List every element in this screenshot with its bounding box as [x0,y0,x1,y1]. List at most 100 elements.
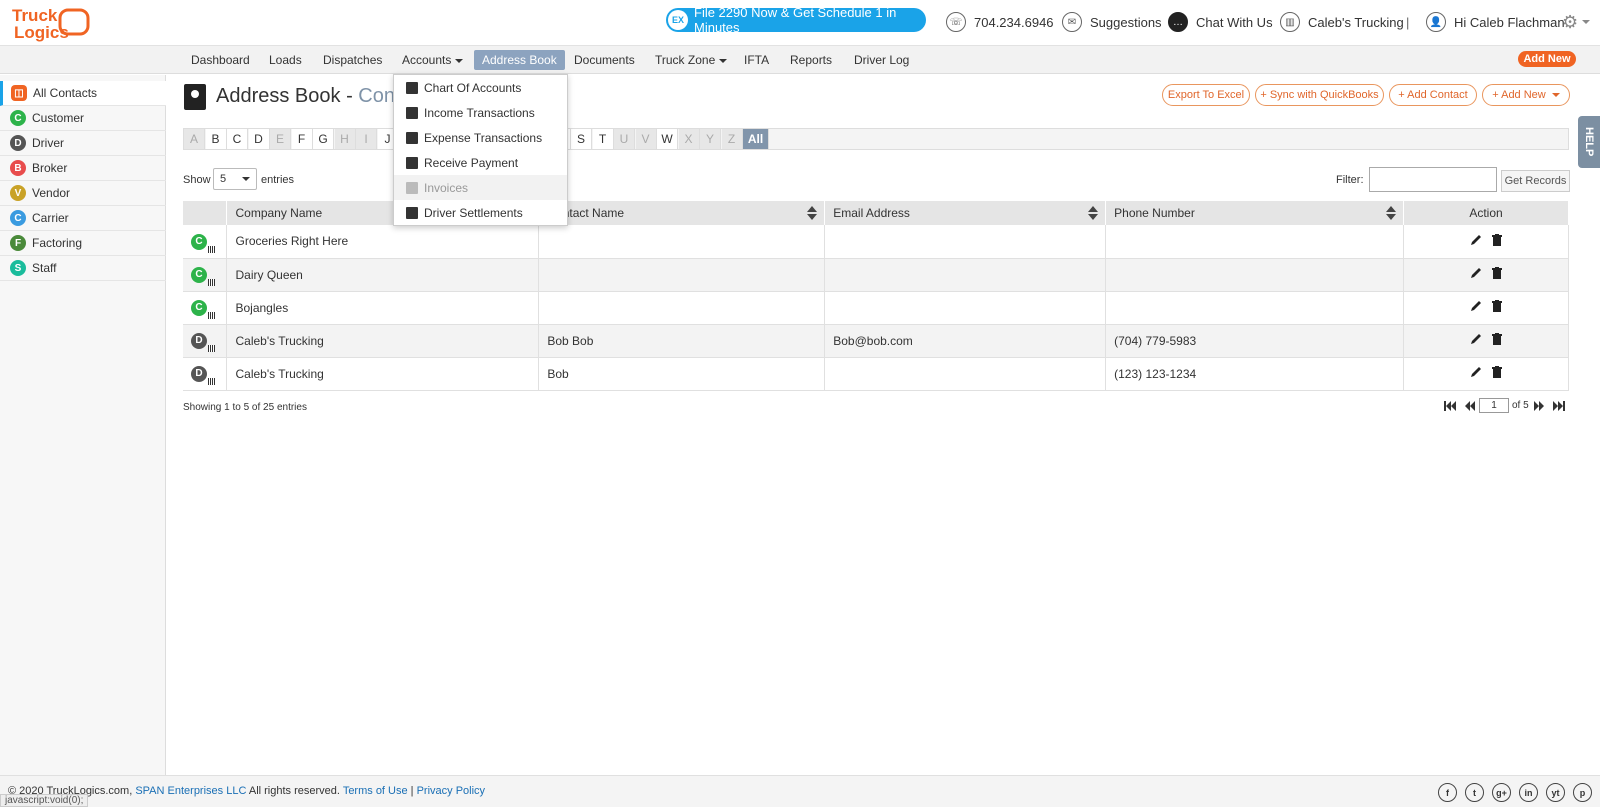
alphabet-letter-b[interactable]: B [205,129,227,149]
add-new-dropdown-button[interactable]: + Add New [1482,84,1570,106]
nav-loads[interactable]: Loads [261,50,310,70]
company-switcher[interactable]: ▥ Caleb's Trucking [1280,12,1404,32]
nav-documents[interactable]: Documents [566,50,643,70]
span-enterprises-link[interactable]: SPAN Enterprises LLC [135,785,246,797]
alphabet-letter-all[interactable]: All [743,129,769,149]
help-tab[interactable]: HELP [1578,116,1600,168]
alphabet-letter-t[interactable]: T [592,129,614,149]
sort-icon[interactable] [806,205,818,221]
nav-ifta[interactable]: IFTA [736,50,777,70]
contact-type-icon: D [191,332,215,352]
menu-item-receive-payment[interactable]: Receive Payment [394,150,567,175]
nav-truck-zone[interactable]: Truck Zone [647,50,735,70]
sidebar-item-customer[interactable]: C Customer [0,106,166,131]
menu-item-chart-of-accounts[interactable]: Chart Of Accounts [394,75,567,100]
menu-item-invoices[interactable]: Invoices [394,175,567,200]
edit-pencil-icon[interactable] [1470,333,1482,345]
google-plus-icon[interactable]: g+ [1492,783,1511,802]
sidebar-item-factoring[interactable]: F Factoring [0,231,166,256]
delete-trash-icon[interactable] [1492,267,1502,279]
export-excel-button[interactable]: Export To Excel [1162,84,1250,106]
alphabet-letter-u[interactable]: U [614,129,635,149]
edit-pencil-icon[interactable] [1470,234,1482,246]
alphabet-letter-d[interactable]: D [248,129,270,149]
delete-trash-icon[interactable] [1492,366,1502,378]
truck-logics-logo[interactable]: Truck Logics [10,4,92,42]
linkedin-icon[interactable]: in [1519,783,1538,802]
menu-item-expense-transactions[interactable]: Expense Transactions [394,125,567,150]
nav-reports[interactable]: Reports [782,50,840,70]
sidebar-item-broker[interactable]: B Broker [0,156,166,181]
last-page-icon[interactable] [1552,400,1565,411]
menu-item-income-transactions[interactable]: Income Transactions [394,100,567,125]
promo-banner-button[interactable]: EX File 2290 Now & Get Schedule 1 in Min… [666,5,926,35]
suggestions-link[interactable]: ✉ Suggestions [1062,12,1162,32]
sync-quickbooks-button[interactable]: + Sync with QuickBooks [1255,84,1384,106]
alphabet-letter-i[interactable]: I [356,129,377,149]
add-contact-button[interactable]: + Add Contact [1389,84,1477,106]
table-row[interactable]: D Caleb's Trucking Bob (123) 123-1234 [183,357,1569,391]
sort-icon[interactable] [1385,205,1397,221]
alphabet-letter-f[interactable]: F [291,129,313,149]
pinterest-icon[interactable]: p [1573,783,1592,802]
youtube-icon[interactable]: yt [1546,783,1565,802]
terms-link[interactable]: Terms of Use [343,785,408,797]
alphabet-letter-c[interactable]: C [227,129,248,149]
twitter-icon[interactable]: t [1465,783,1484,802]
edit-pencil-icon[interactable] [1470,300,1482,312]
table-row[interactable]: C Dairy Queen [183,258,1569,292]
alphabet-letter-g[interactable]: G [313,129,334,149]
alphabet-letter-z[interactable]: Z [721,129,743,149]
next-page-icon[interactable] [1533,400,1545,411]
filter-input[interactable] [1369,167,1497,192]
add-new-top-button[interactable]: Add New [1518,51,1576,67]
sidebar-item-vendor[interactable]: V Vendor [0,181,166,206]
nav-accounts[interactable]: Accounts [394,50,471,70]
nav-driver-log[interactable]: Driver Log [846,50,917,70]
user-greeting: Hi Caleb Flachman [1454,14,1565,30]
phone-link[interactable]: ☏ 704.234.6946 [946,12,1054,32]
chat-icon: … [1168,12,1188,32]
entries-select[interactable]: 5 [213,168,257,190]
delete-trash-icon[interactable] [1492,333,1502,345]
settings-gear-icon[interactable]: ⚙ [1562,12,1591,32]
suggestions-label: Suggestions [1090,14,1162,30]
edit-pencil-icon[interactable] [1470,366,1482,378]
sidebar-item-driver[interactable]: D Driver [0,131,166,156]
nav-address-book[interactable]: Address Book [474,50,565,70]
table-row[interactable]: D Caleb's Trucking Bob Bob Bob@bob.com (704)… [183,324,1569,358]
alphabet-letter-w[interactable]: W [657,129,678,149]
contacts-table: Company Name Contact Name Email Address … [183,201,1569,391]
table-row[interactable]: C Bojangles [183,291,1569,325]
driver-icon: D [10,135,26,151]
delete-trash-icon[interactable] [1492,300,1502,312]
contact-name-header[interactable]: Contact Name [538,201,826,225]
nav-dispatches[interactable]: Dispatches [315,50,390,70]
sidebar-item-all-contacts[interactable]: ◫ All Contacts [0,81,166,106]
sort-icon[interactable] [1087,205,1099,221]
sidebar-item-carrier[interactable]: C Carrier [0,206,166,231]
alphabet-letter-h[interactable]: H [334,129,356,149]
alphabet-letter-a[interactable]: A [184,129,205,149]
page-number-input[interactable]: 1 [1479,398,1509,413]
alphabet-letter-s[interactable]: S [571,129,592,149]
privacy-link[interactable]: Privacy Policy [417,785,485,797]
first-page-icon[interactable] [1444,400,1456,411]
user-menu[interactable]: 👤 Hi Caleb Flachman [1426,12,1565,32]
alphabet-letter-e[interactable]: E [270,129,291,149]
get-records-button[interactable]: Get Records [1501,170,1570,192]
alphabet-letter-x[interactable]: X [678,129,700,149]
chat-link[interactable]: … Chat With Us [1168,12,1273,32]
edit-pencil-icon[interactable] [1470,267,1482,279]
facebook-icon[interactable]: f [1438,783,1457,802]
phone-number-header[interactable]: Phone Number [1105,201,1405,225]
email-address-header[interactable]: Email Address [824,201,1107,225]
prev-page-icon[interactable] [1464,400,1476,411]
delete-trash-icon[interactable] [1492,233,1502,246]
table-row[interactable]: C Groceries Right Here [183,225,1569,259]
alphabet-letter-y[interactable]: Y [700,129,721,149]
sidebar-item-staff[interactable]: S Staff [0,256,166,281]
nav-dashboard[interactable]: Dashboard [183,50,258,70]
alphabet-letter-v[interactable]: V [635,129,657,149]
menu-item-driver-settlements[interactable]: Driver Settlements [394,200,567,225]
